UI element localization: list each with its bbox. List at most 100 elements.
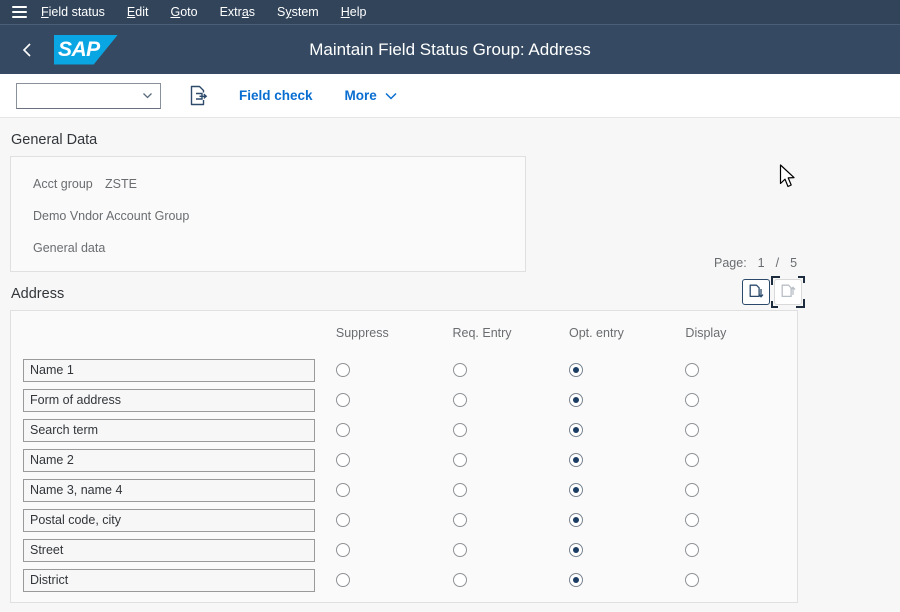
suppress-cell <box>331 475 448 505</box>
req-entry-cell <box>448 535 564 565</box>
radio-display[interactable] <box>685 363 700 377</box>
hamburger-line <box>11 6 27 8</box>
radio-req-entry[interactable] <box>452 483 467 497</box>
radio-req-entry[interactable] <box>452 363 467 377</box>
field-name-cell: Form of address <box>11 385 331 415</box>
radio-display[interactable] <box>685 483 700 497</box>
field-name-input[interactable]: Name 3, name 4 <box>23 478 315 502</box>
display-cell <box>680 415 797 445</box>
menu-item-help[interactable]: Help <box>330 0 378 24</box>
field-name-input[interactable]: Name 1 <box>23 358 315 382</box>
table-row: Name 2 <box>11 445 797 475</box>
radio-opt-entry[interactable] <box>568 393 583 407</box>
opt-entry-cell <box>564 415 680 445</box>
menu-bar: Field status Edit Goto Extras System Hel… <box>0 0 900 24</box>
mouse-pointer-icon <box>779 164 797 195</box>
menu-item-goto[interactable]: Goto <box>159 0 208 24</box>
radio-display[interactable] <box>685 453 700 467</box>
focus-corner <box>771 301 778 308</box>
display-cell <box>680 475 797 505</box>
radio-req-entry[interactable] <box>452 543 467 557</box>
field-name-cell: Search term <box>11 415 331 445</box>
account-group-description: Demo Vndor Account Group <box>33 209 190 223</box>
radio-opt-entry[interactable] <box>568 543 583 557</box>
radio-req-entry[interactable] <box>452 423 467 437</box>
sap-logo[interactable]: SAP <box>54 34 118 65</box>
hamburger-line <box>11 11 27 13</box>
radio-req-entry[interactable] <box>452 453 467 467</box>
display-cell <box>680 445 797 475</box>
hamburger-menu-icon[interactable] <box>8 0 30 24</box>
page-up-icon <box>781 284 795 298</box>
table-header-row: Suppress Req. Entry Opt. entry Display <box>11 311 797 355</box>
more-button-label: More <box>344 88 377 103</box>
req-entry-cell <box>448 565 564 595</box>
display-cell <box>680 565 797 595</box>
table-row: Postal code, city <box>11 505 797 535</box>
req-entry-cell <box>448 445 564 475</box>
menu-item-extras[interactable]: Extras <box>209 0 266 24</box>
radio-opt-entry[interactable] <box>568 513 583 527</box>
menu-item-field-status[interactable]: Field status <box>30 0 116 24</box>
variant-select[interactable] <box>16 82 161 109</box>
field-check-button[interactable]: Field check <box>239 88 313 103</box>
menu-item-edit[interactable]: Edit <box>116 0 160 24</box>
radio-display[interactable] <box>685 423 700 437</box>
radio-suppress[interactable] <box>335 453 350 467</box>
general-data-row: General data <box>33 241 525 255</box>
document-export-icon[interactable] <box>185 83 211 109</box>
opt-entry-cell <box>564 535 680 565</box>
field-name-cell: Postal code, city <box>11 505 331 535</box>
radio-suppress[interactable] <box>335 363 350 377</box>
radio-display[interactable] <box>685 543 700 557</box>
general-data-row: Acct group ZSTE <box>33 177 525 191</box>
field-name-input[interactable]: Name 2 <box>23 448 315 472</box>
previous-page-button[interactable] <box>771 276 805 308</box>
more-button[interactable]: More <box>345 88 398 103</box>
radio-suppress[interactable] <box>335 423 350 437</box>
table-row: Name 1 <box>11 355 797 385</box>
table-row: Street <box>11 535 797 565</box>
radio-opt-entry[interactable] <box>568 363 583 377</box>
suppress-cell <box>331 505 448 535</box>
req-entry-cell <box>448 475 564 505</box>
field-name-input[interactable]: Form of address <box>23 388 315 412</box>
radio-suppress[interactable] <box>335 543 350 557</box>
field-name-cell: Name 1 <box>11 355 331 385</box>
radio-display[interactable] <box>685 573 700 587</box>
menu-item-system[interactable]: System <box>266 0 330 24</box>
radio-opt-entry[interactable] <box>568 453 583 467</box>
next-page-button[interactable] <box>742 279 770 305</box>
suppress-cell <box>331 385 448 415</box>
page-down-icon <box>749 284 763 298</box>
field-name-input[interactable]: Search term <box>23 418 315 442</box>
field-name-input[interactable]: Street <box>23 538 315 562</box>
radio-suppress[interactable] <box>335 513 350 527</box>
page-total: 5 <box>790 256 798 270</box>
back-chevron-icon[interactable] <box>14 37 40 63</box>
radio-display[interactable] <box>685 393 700 407</box>
radio-req-entry[interactable] <box>452 573 467 587</box>
address-panel: Suppress Req. Entry Opt. entry Display N… <box>10 310 798 603</box>
radio-req-entry[interactable] <box>452 393 467 407</box>
opt-entry-cell <box>564 565 680 595</box>
radio-suppress[interactable] <box>335 393 350 407</box>
opt-entry-cell <box>564 385 680 415</box>
field-name-cell: Name 3, name 4 <box>11 475 331 505</box>
radio-req-entry[interactable] <box>452 513 467 527</box>
opt-entry-cell <box>564 355 680 385</box>
chevron-down-icon <box>143 93 152 99</box>
page-indicator: Page: 1 / 5 <box>714 256 802 270</box>
page-current: 1 <box>757 256 765 270</box>
field-name-input[interactable]: Postal code, city <box>23 508 315 532</box>
radio-opt-entry[interactable] <box>568 483 583 497</box>
column-header-field <box>11 311 331 355</box>
radio-display[interactable] <box>685 513 700 527</box>
radio-opt-entry[interactable] <box>568 573 583 587</box>
radio-opt-entry[interactable] <box>568 423 583 437</box>
field-name-input[interactable]: District <box>23 568 315 592</box>
acct-group-value: ZSTE <box>105 177 137 191</box>
column-header-display: Display <box>685 326 727 340</box>
radio-suppress[interactable] <box>335 573 350 587</box>
radio-suppress[interactable] <box>335 483 350 497</box>
